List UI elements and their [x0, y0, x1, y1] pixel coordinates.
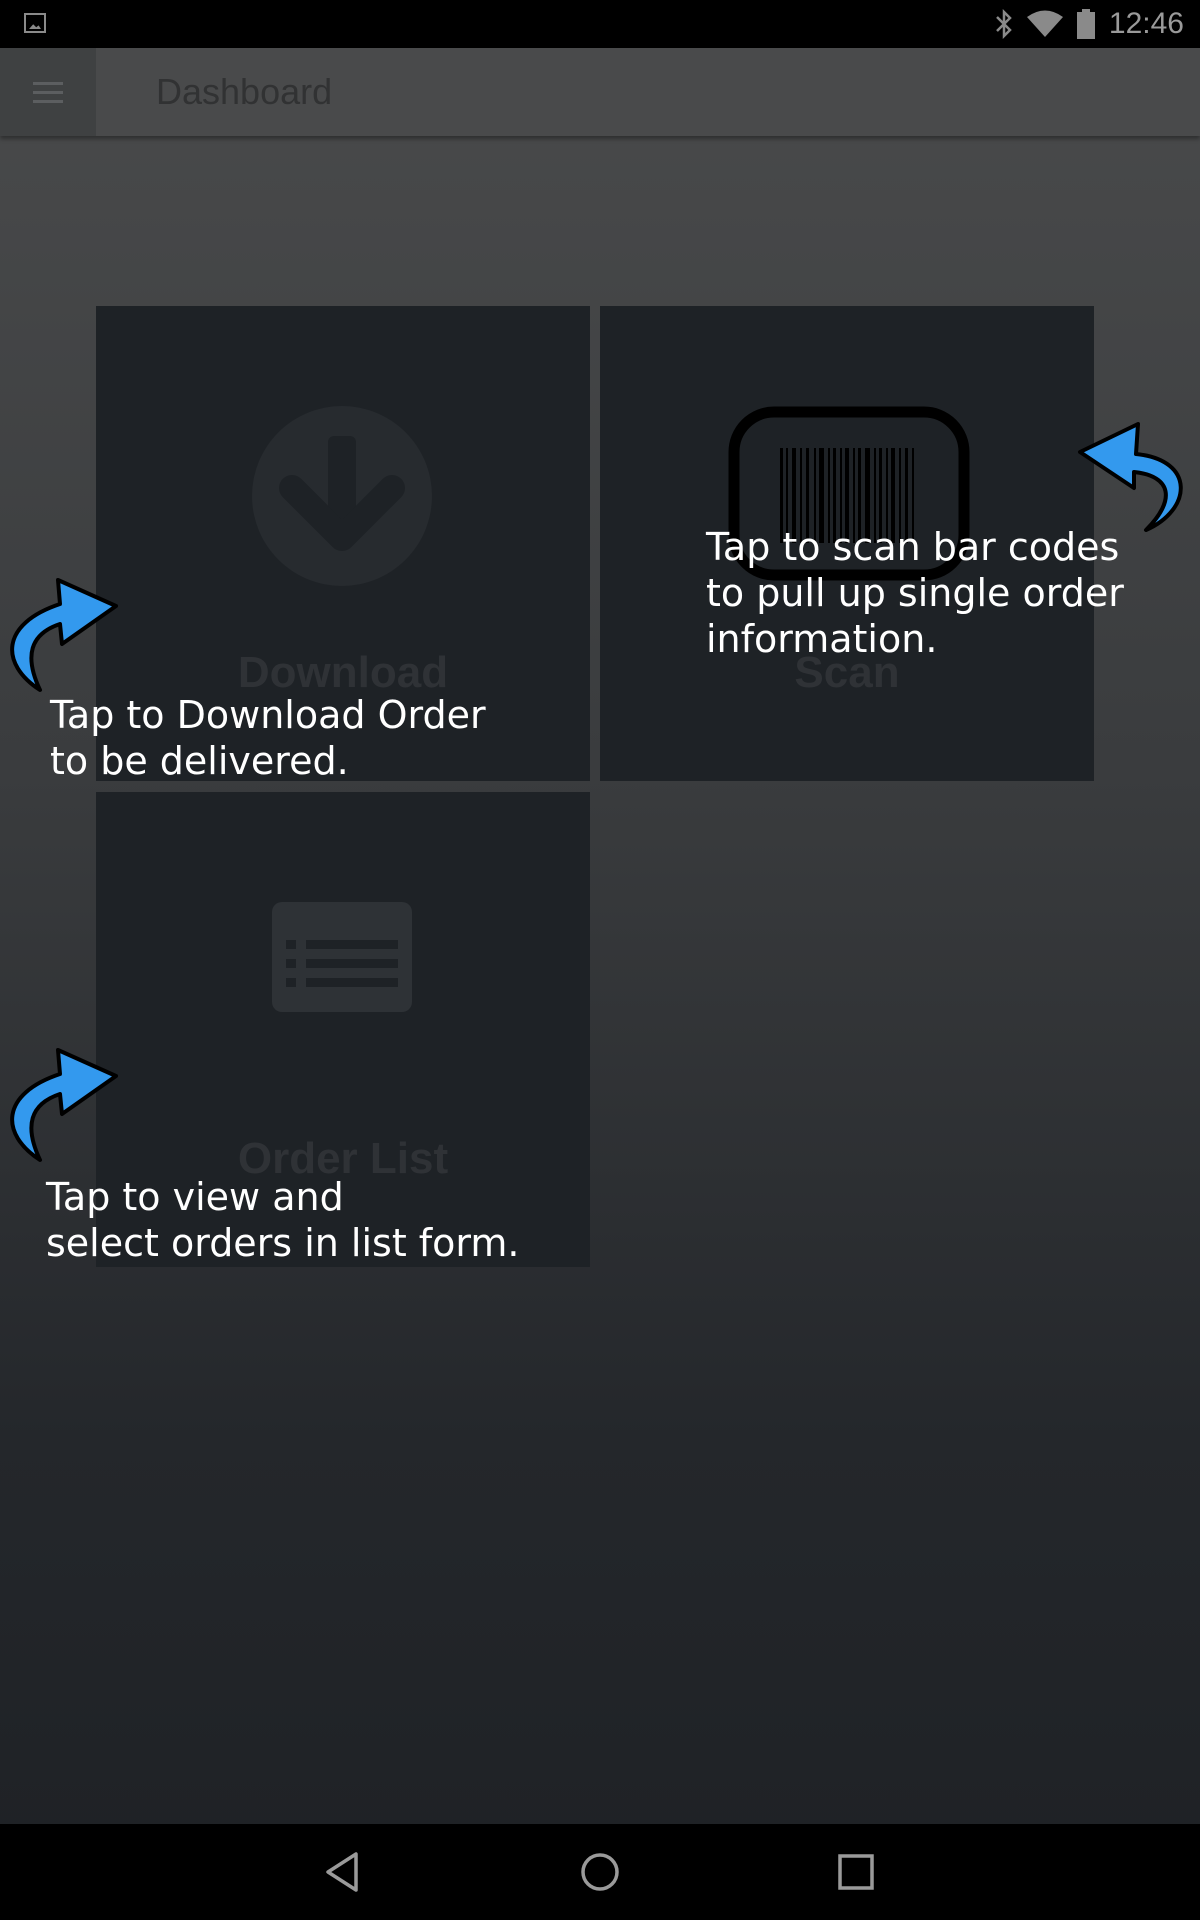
- navigation-bar: [0, 1824, 1200, 1920]
- recents-icon[interactable]: [832, 1848, 880, 1896]
- list-icon: [272, 902, 412, 1012]
- status-bar: 12:46: [0, 0, 1200, 48]
- scan-hint-line: information.: [706, 617, 938, 661]
- order-list-hint-line: select orders in list form.: [46, 1221, 520, 1265]
- wifi-icon: [1026, 10, 1063, 38]
- download-hint-line: to be delivered.: [50, 739, 349, 783]
- hint-arrow-download: [10, 578, 118, 692]
- page-title: Dashboard: [156, 71, 333, 112]
- hint-arrow-order-list: [10, 1048, 118, 1162]
- order-list-hint: Tap to view and select orders in list fo…: [46, 1174, 519, 1266]
- status-icons: 12:46: [995, 0, 1184, 48]
- download-arrow-icon: [252, 406, 432, 586]
- battery-icon: [1076, 9, 1095, 39]
- order-list-hint-line: Tap to view and: [46, 1175, 344, 1219]
- screen: 12:46 Dashboard Download Scan Order List…: [0, 0, 1200, 1920]
- scan-hint-line: Tap to scan bar codes: [706, 525, 1120, 569]
- scan-hint-line: to pull up single order: [706, 571, 1124, 615]
- app-bar: Dashboard: [0, 48, 1200, 136]
- download-label: Download: [237, 648, 449, 697]
- hint-arrow-scan: [1078, 422, 1183, 532]
- bluetooth-icon: [995, 9, 1013, 39]
- back-icon[interactable]: [320, 1848, 368, 1896]
- menu-button[interactable]: [0, 48, 96, 136]
- hamburger-menu-icon[interactable]: [33, 76, 63, 109]
- scan-hint: Tap to scan bar codes to pull up single …: [706, 524, 1124, 662]
- home-icon[interactable]: [576, 1848, 624, 1896]
- gallery-icon: [24, 13, 46, 33]
- status-time: 12:46: [1108, 7, 1184, 40]
- download-hint: Tap to Download Order to be delivered.: [50, 692, 486, 784]
- download-hint-line: Tap to Download Order: [50, 693, 486, 737]
